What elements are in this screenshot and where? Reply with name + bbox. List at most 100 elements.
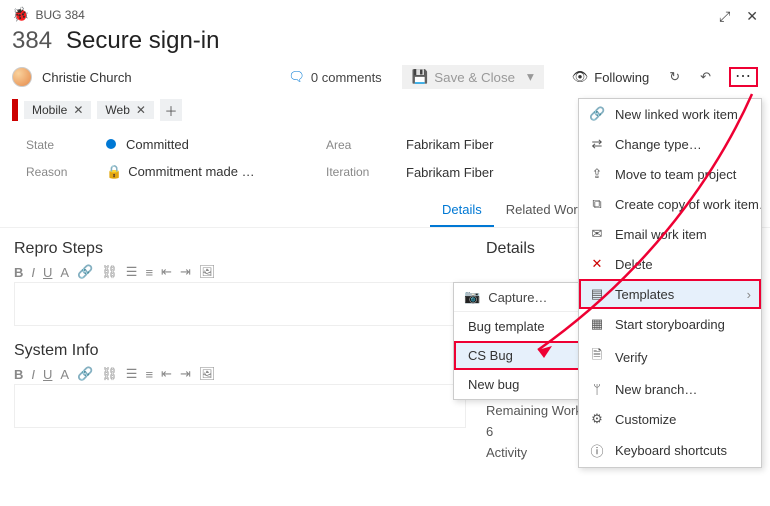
iteration-value[interactable]: Fabrikam Fiber <box>406 165 586 180</box>
verify-icon: 🗎 <box>589 346 605 368</box>
more-actions-button[interactable]: ⋯ <box>729 67 758 87</box>
new-branch-item[interactable]: ᛘNew branch… <box>579 375 761 404</box>
undo-icon[interactable]: ↶ <box>700 69 711 85</box>
move-icon: ⇪ <box>589 166 605 182</box>
area-value[interactable]: Fabrikam Fiber <box>406 137 586 152</box>
chevron-right-icon: › <box>747 287 751 302</box>
repro-heading: Repro Steps <box>14 240 466 258</box>
change-type-item[interactable]: ⇄Change type… <box>579 129 761 159</box>
underline-icon[interactable]: U <box>43 265 52 280</box>
chevron-down-icon: ▾ <box>527 69 534 85</box>
image-icon[interactable]: 🖼 <box>199 264 216 280</box>
template-icon: ▤ <box>589 286 605 302</box>
tag-label: Mobile <box>32 103 67 117</box>
menu-label: Capture… <box>488 290 547 305</box>
italic-icon[interactable]: I <box>31 367 35 382</box>
shortcuts-item[interactable]: ⓘKeyboard shortcuts <box>579 434 761 467</box>
state-dot-icon <box>106 139 116 149</box>
comments-label: 0 comments <box>311 70 382 85</box>
cs-bug-item[interactable]: CS Bug <box>454 341 582 370</box>
indent-icon[interactable]: ⇥ <box>180 264 191 280</box>
font-icon[interactable]: A <box>60 265 69 280</box>
tag-mobile[interactable]: Mobile ✕ <box>24 101 91 119</box>
tag-remove-icon[interactable]: ✕ <box>73 103 83 117</box>
repro-editor[interactable] <box>14 282 466 326</box>
font-icon[interactable]: A <box>60 367 69 382</box>
link-icon[interactable]: 🔗 <box>77 264 93 280</box>
camera-icon: 📷 <box>464 289 480 305</box>
bug-icon: 🐞 <box>12 6 29 23</box>
tab-details[interactable]: Details <box>430 194 494 227</box>
new-bug-item[interactable]: New bug <box>454 370 582 399</box>
sysinfo-heading: System Info <box>14 342 466 360</box>
create-copy-item[interactable]: ⧉Create copy of work item… <box>579 189 761 219</box>
unlink-icon[interactable]: ⛓ <box>101 366 118 382</box>
bullets-icon[interactable]: ☰ <box>126 264 138 280</box>
info-icon: ⓘ <box>589 441 605 460</box>
comment-icon: 🗨 <box>288 69 305 85</box>
templates-item[interactable]: ▤Templates› <box>579 279 761 309</box>
save-label: Save & Close <box>434 70 515 85</box>
outdent-icon[interactable]: ⇤ <box>161 366 172 382</box>
tag-web[interactable]: Web ✕ <box>97 101 154 119</box>
capture-menu-item[interactable]: 📷 Capture… <box>454 283 582 312</box>
eye-icon: 👁 <box>572 69 589 85</box>
link-icon[interactable]: 🔗 <box>77 366 93 382</box>
follow-toggle[interactable]: 👁 Following <box>572 69 649 85</box>
image-icon[interactable]: 🖼 <box>199 366 216 382</box>
save-close-button[interactable]: 💾 Save & Close ▾ <box>402 65 544 89</box>
delete-icon: ✕ <box>589 256 605 272</box>
comments-button[interactable]: 🗨 0 comments <box>288 69 381 85</box>
bold-icon[interactable]: B <box>14 367 23 382</box>
customize-item[interactable]: ⚙Customize <box>579 404 761 434</box>
sysinfo-editor[interactable] <box>14 384 466 428</box>
bug-template-item[interactable]: Bug template <box>454 312 582 341</box>
storyboard-item[interactable]: ▦Start storyboarding <box>579 309 761 339</box>
indent-icon[interactable]: ⇥ <box>180 366 191 382</box>
mail-icon: ✉ <box>589 226 605 242</box>
customize-icon: ⚙ <box>589 411 605 427</box>
branch-icon: ᛘ <box>589 382 605 397</box>
verify-item[interactable]: 🗎Verify <box>579 339 761 375</box>
templates-submenu: 📷 Capture… Bug template CS Bug New bug <box>453 282 583 400</box>
editor-toolbar[interactable]: B I U A 🔗 ⛓ ☰ ≡ ⇤ ⇥ 🖼 <box>14 264 466 280</box>
avatar[interactable] <box>12 67 32 87</box>
reason-value[interactable]: 🔒Commitment made … <box>106 164 306 180</box>
lock-icon: 🔒 <box>106 164 122 179</box>
outdent-icon[interactable]: ⇤ <box>161 264 172 280</box>
tag-label: Web <box>105 103 129 117</box>
underline-icon[interactable]: U <box>43 367 52 382</box>
move-team-item[interactable]: ⇪Move to team project <box>579 159 761 189</box>
storyboard-icon: ▦ <box>589 316 605 332</box>
state-value[interactable]: Committed <box>106 137 306 152</box>
unlink-icon[interactable]: ⛓ <box>101 264 118 280</box>
swap-icon: ⇄ <box>589 136 605 152</box>
link-icon: 🔗 <box>589 106 605 122</box>
delete-item[interactable]: ✕Delete <box>579 249 761 279</box>
bullets-icon[interactable]: ☰ <box>126 366 138 382</box>
breadcrumb: BUG 384 <box>35 8 84 22</box>
area-label: Area <box>326 138 386 152</box>
page-title[interactable]: Secure sign-in <box>66 27 219 55</box>
close-icon[interactable]: ✕ <box>746 8 758 25</box>
iteration-label: Iteration <box>326 165 386 179</box>
accent-bar <box>12 99 18 121</box>
bold-icon[interactable]: B <box>14 265 23 280</box>
numbers-icon[interactable]: ≡ <box>145 367 153 382</box>
expand-icon[interactable]: ⤢ <box>719 8 730 25</box>
save-icon: 💾 <box>412 69 429 85</box>
reason-label: Reason <box>26 165 86 179</box>
email-item[interactable]: ✉Email work item <box>579 219 761 249</box>
new-linked-item[interactable]: 🔗New linked work item <box>579 99 761 129</box>
context-menu: 🔗New linked work item ⇄Change type… ⇪Mov… <box>578 98 762 468</box>
add-tag-button[interactable]: ＋ <box>160 99 182 121</box>
state-label: State <box>26 138 86 152</box>
assignee-name[interactable]: Christie Church <box>42 70 132 85</box>
italic-icon[interactable]: I <box>31 265 35 280</box>
copy-icon: ⧉ <box>589 196 605 212</box>
numbers-icon[interactable]: ≡ <box>145 265 153 280</box>
refresh-icon[interactable]: ↻ <box>669 69 680 85</box>
work-item-id: 384 <box>12 27 52 55</box>
tag-remove-icon[interactable]: ✕ <box>136 103 146 117</box>
editor-toolbar[interactable]: B I U A 🔗 ⛓ ☰ ≡ ⇤ ⇥ 🖼 <box>14 366 466 382</box>
